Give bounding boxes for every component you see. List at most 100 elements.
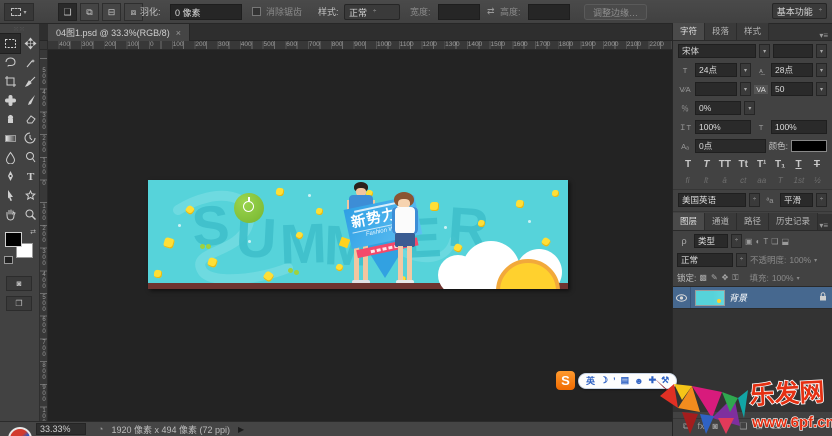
vertical-scale-input[interactable]: 100%: [695, 120, 751, 134]
path-selection-tool[interactable]: [0, 186, 20, 205]
opentype-button[interactable]: 1st: [792, 176, 805, 185]
fill-value[interactable]: 100%: [772, 273, 794, 283]
blend-mode-select[interactable]: 正常: [677, 253, 733, 267]
tab-样式[interactable]: 样式: [737, 23, 769, 40]
text-color-swatch[interactable]: [791, 140, 827, 152]
close-tab-icon[interactable]: ×: [176, 28, 181, 38]
document-tab[interactable]: 04图1.psd @ 33.3%(RGB/8) ×: [48, 24, 190, 41]
dodge-tool[interactable]: [20, 148, 40, 167]
width-input[interactable]: [438, 4, 480, 20]
antialias-select[interactable]: 平滑: [780, 193, 813, 207]
default-colors-icon[interactable]: [4, 256, 13, 264]
banner-document[interactable]: SUMMER 新势力周 Fashion Wee: [148, 180, 568, 289]
blur-tool[interactable]: [0, 148, 20, 167]
language-select[interactable]: 美国英语: [678, 193, 746, 207]
faux-bold-button[interactable]: T: [681, 159, 695, 170]
adjustment-filter-icon[interactable]: ◐: [756, 237, 761, 246]
opentype-button[interactable]: T: [774, 176, 787, 185]
shape-filter-icon[interactable]: ❑: [771, 237, 778, 246]
swap-colors-icon[interactable]: ⇄: [30, 228, 36, 236]
font-style-select[interactable]: [773, 44, 813, 58]
rectangular-marquee-tool[interactable]: [0, 34, 20, 53]
lock-position-icon[interactable]: ✥: [722, 273, 729, 283]
visibility-eye-icon[interactable]: [673, 287, 691, 308]
sogou-logo-icon[interactable]: S: [556, 371, 575, 390]
eyedropper-tool[interactable]: [20, 72, 40, 91]
font-size-input[interactable]: 24点: [695, 63, 737, 77]
tab-通道[interactable]: 通道: [705, 213, 737, 230]
smart-object-filter-icon[interactable]: ⬓: [781, 237, 789, 246]
punctuation-icon[interactable]: ’: [613, 376, 616, 386]
pen-tool[interactable]: [0, 167, 20, 186]
input-mode-chinese-english-icon[interactable]: 英: [586, 374, 595, 387]
hand-tool[interactable]: [0, 205, 20, 224]
layer-filter-select[interactable]: 类型: [694, 234, 728, 248]
subtract-from-selection-button[interactable]: ⊟: [102, 3, 121, 21]
panel-drag-handle[interactable]: ⁙⁙: [0, 24, 39, 34]
tracking-input[interactable]: 50: [771, 82, 813, 96]
leading-input[interactable]: 28点: [771, 63, 813, 77]
font-family-select[interactable]: 宋体: [678, 44, 756, 58]
panel-menu-icon[interactable]: ▾≡: [819, 31, 832, 40]
layer-name[interactable]: 背景: [729, 291, 819, 304]
soft-keyboard-icon[interactable]: ▤: [621, 375, 630, 386]
all-caps-button[interactable]: TT: [718, 159, 732, 170]
canvas-area[interactable]: SUMMER 新势力周 Fashion Wee: [48, 50, 672, 421]
lock-transparency-icon[interactable]: ▩: [699, 273, 707, 283]
refine-edge-button[interactable]: 调整边缘…: [584, 4, 647, 20]
move-tool[interactable]: [20, 34, 40, 53]
lock-all-icon[interactable]: ⚿: [732, 273, 738, 283]
vertical-ruler[interactable]: 5 0 04 0 03 0 02 0 01 0 001 0 02 0 03 0 …: [40, 50, 48, 421]
opentype-button[interactable]: ct: [737, 176, 750, 185]
tool-preset-picker[interactable]: ▾: [4, 3, 34, 21]
tab-字符[interactable]: 字符: [673, 23, 705, 40]
opentype-button[interactable]: ½: [811, 176, 824, 185]
gradient-tool[interactable]: [0, 129, 20, 148]
superscript-button[interactable]: T¹: [755, 159, 769, 170]
brush-tool[interactable]: [20, 91, 40, 110]
workspace-dropdown[interactable]: 基本功能 ÷: [772, 3, 827, 19]
fullwidth-halfwidth-icon[interactable]: ☽: [600, 375, 608, 386]
subscript-button[interactable]: T₁: [773, 159, 787, 170]
faux-italic-button[interactable]: T: [699, 159, 713, 170]
healing-brush-tool[interactable]: [0, 91, 20, 110]
crop-tool[interactable]: [0, 72, 20, 91]
magic-wand-tool[interactable]: [20, 53, 40, 72]
height-input[interactable]: [528, 4, 570, 20]
tab-段落[interactable]: 段落: [705, 23, 737, 40]
status-menu-arrow-icon[interactable]: ▶: [238, 425, 244, 434]
feather-input[interactable]: 0 像素: [170, 4, 242, 20]
history-brush-tool[interactable]: [20, 129, 40, 148]
baseline-shift-input[interactable]: 0点: [695, 139, 766, 153]
layer-row-background[interactable]: 背景: [673, 287, 832, 309]
opacity-value[interactable]: 100%: [789, 255, 811, 265]
zoom-tool[interactable]: [20, 205, 40, 224]
eraser-tool[interactable]: [20, 110, 40, 129]
custom-shape-tool[interactable]: [20, 186, 40, 205]
opentype-button[interactable]: fi: [681, 176, 694, 185]
swap-dimensions-icon[interactable]: ⇄: [487, 6, 495, 17]
foreground-color-swatch[interactable]: [5, 232, 22, 247]
lock-pixels-icon[interactable]: ✎: [711, 273, 718, 283]
kerning-input[interactable]: [695, 82, 737, 96]
layer-thumbnail[interactable]: [695, 290, 725, 306]
zoom-level-input[interactable]: 33.33%: [36, 423, 86, 435]
opentype-button[interactable]: ſt: [700, 176, 713, 185]
add-to-selection-button[interactable]: ⧉: [80, 3, 99, 21]
lasso-tool[interactable]: [0, 53, 20, 72]
tab-历史记录[interactable]: 历史记录: [769, 213, 818, 230]
tab-路径[interactable]: 路径: [737, 213, 769, 230]
clone-stamp-tool[interactable]: [0, 110, 20, 129]
type-filter-icon[interactable]: T: [763, 237, 768, 246]
horizontal-scale-input[interactable]: 100%: [771, 120, 827, 134]
screen-mode-button[interactable]: ❐: [6, 296, 32, 311]
new-selection-button[interactable]: ❑: [58, 3, 77, 21]
chevron-down-icon[interactable]: ▾: [759, 44, 770, 58]
account-icon[interactable]: ☻: [634, 376, 643, 386]
chevron-down-icon[interactable]: ▾: [816, 44, 827, 58]
quick-mask-button[interactable]: ◙: [6, 276, 32, 291]
opentype-button[interactable]: aa: [755, 176, 768, 185]
type-tool[interactable]: T: [20, 167, 40, 186]
horizontal-ruler[interactable]: 4003002001000100200300400500600700800900…: [48, 41, 672, 50]
small-caps-button[interactable]: Tt: [736, 159, 750, 170]
